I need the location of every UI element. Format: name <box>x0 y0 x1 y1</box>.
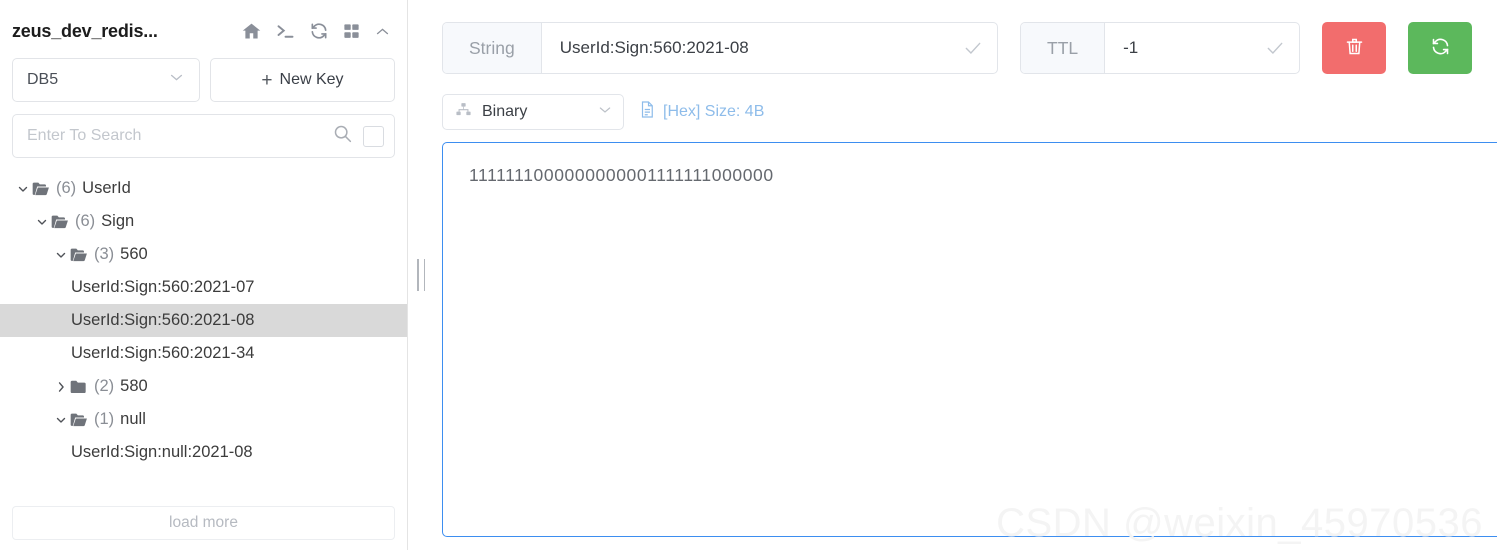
chevron-down-icon[interactable] <box>52 413 69 427</box>
tree-key-label: UserId:Sign:560:2021-34 <box>71 344 255 362</box>
tree-folder-row[interactable]: (6) Sign <box>0 205 407 238</box>
format-row: Binary [Hex] Size: 4B <box>442 94 1497 130</box>
tree-node-label: 580 <box>120 377 148 395</box>
sidebar-header: zeus_dev_redis... <box>0 0 407 52</box>
key-name-value: UserId:Sign:560:2021-08 <box>559 38 749 57</box>
terminal-icon[interactable] <box>275 21 296 42</box>
sidebar-header-icons <box>241 21 395 42</box>
search-scope-checkbox[interactable] <box>363 125 384 147</box>
tree-folder-row[interactable]: (3) 560 <box>0 238 407 271</box>
tree-node-label: 560 <box>120 245 148 263</box>
tree-folder-row[interactable]: (6) UserId <box>0 172 407 205</box>
chevron-up-icon[interactable] <box>374 23 391 40</box>
search-box[interactable] <box>12 114 395 158</box>
check-icon[interactable] <box>1265 38 1285 58</box>
key-name-field[interactable]: String UserId:Sign:560:2021-08 <box>442 22 998 74</box>
tree-key-label: UserId:Sign:560:2021-08 <box>71 311 255 329</box>
key-toolbar: String UserId:Sign:560:2021-08 TTL -1 <box>442 22 1497 74</box>
folder-open-icon <box>69 245 89 265</box>
sidebar: zeus_dev_redis... DB5 + New Key Enter To… <box>0 0 408 550</box>
chevron-down-icon[interactable] <box>14 182 31 196</box>
tree-key-row[interactable]: UserId:Sign:560:2021-08 <box>0 304 407 337</box>
folder-closed-icon <box>69 377 89 397</box>
tree-node-count: (6) <box>56 179 77 197</box>
refresh-icon[interactable] <box>309 21 329 41</box>
ttl-value-wrap[interactable]: -1 <box>1105 23 1299 73</box>
load-more-button[interactable]: load more <box>12 506 395 540</box>
key-type-label: String <box>443 23 542 73</box>
chevron-down-icon <box>168 69 185 91</box>
ttl-label: TTL <box>1021 23 1106 73</box>
refresh-icon <box>1430 36 1451 60</box>
tree-key-label: UserId:Sign:560:2021-07 <box>71 278 255 296</box>
view-format-select[interactable]: Binary <box>442 94 624 130</box>
search-input[interactable] <box>27 127 332 145</box>
app-root: zeus_dev_redis... DB5 + New Key Enter To… <box>0 0 1497 550</box>
key-tree: (6) UserId (6) Sign (3) 560 UserId:Sign:560:20… <box>0 172 407 502</box>
delete-key-button[interactable] <box>1322 22 1386 74</box>
view-format-value: Binary <box>482 103 528 120</box>
plus-icon: + <box>261 69 273 91</box>
folder-open-icon <box>50 212 70 232</box>
database-select[interactable]: DB5 <box>12 58 200 102</box>
tree-folder-row[interactable]: (1) null <box>0 403 407 436</box>
tree-key-row[interactable]: UserId:Sign:560:2021-07 <box>0 271 407 304</box>
tree-folder-row[interactable]: (2) 580 <box>0 370 407 403</box>
grid-icon[interactable] <box>342 22 361 41</box>
tree-node-count: (1) <box>94 410 115 428</box>
new-key-label: New Key <box>279 71 344 88</box>
tree-node-count: (3) <box>94 245 115 263</box>
hex-size-info[interactable]: [Hex] Size: 4B <box>638 100 764 124</box>
ttl-field[interactable]: TTL -1 <box>1020 22 1300 74</box>
tree-node-label: null <box>120 410 146 428</box>
panel-splitter[interactable] <box>408 0 434 550</box>
sidebar-controls-row: DB5 + New Key <box>0 52 407 102</box>
tree-key-label: UserId:Sign:null:2021-08 <box>71 443 253 461</box>
tree-node-count: (6) <box>75 212 96 230</box>
tree-key-row[interactable]: UserId:Sign:null:2021-08 <box>0 436 407 469</box>
folder-open-icon <box>69 410 89 430</box>
search-icon[interactable] <box>332 123 353 149</box>
trash-icon <box>1344 36 1365 60</box>
tree-key-row[interactable]: UserId:Sign:560:2021-34 <box>0 337 407 370</box>
home-icon[interactable] <box>241 21 262 42</box>
splitter-handle-icon <box>417 259 425 291</box>
chevron-down-icon[interactable] <box>33 215 50 229</box>
reload-key-button[interactable] <box>1408 22 1472 74</box>
ttl-value: -1 <box>1123 38 1139 57</box>
document-icon <box>638 100 656 124</box>
chevron-right-icon[interactable] <box>52 380 69 394</box>
tree-node-label: UserId <box>82 179 131 197</box>
hierarchy-icon <box>455 101 472 123</box>
new-key-button[interactable]: + New Key <box>210 58 395 102</box>
value-content-textarea[interactable]: 1111111000000000001111111000000 <box>442 142 1497 537</box>
connection-title: zeus_dev_redis... <box>12 20 158 41</box>
chevron-down-icon <box>597 102 613 123</box>
main-panel: String UserId:Sign:560:2021-08 TTL -1 Bi… <box>434 0 1497 550</box>
tree-node-count: (2) <box>94 377 115 395</box>
chevron-down-icon[interactable] <box>52 248 69 262</box>
database-select-value: DB5 <box>27 71 59 88</box>
key-name-value-wrap[interactable]: UserId:Sign:560:2021-08 <box>542 23 997 73</box>
folder-open-icon <box>31 179 51 199</box>
check-icon[interactable] <box>963 38 983 58</box>
hex-size-label: [Hex] Size: 4B <box>663 103 765 120</box>
tree-node-label: Sign <box>101 212 135 230</box>
